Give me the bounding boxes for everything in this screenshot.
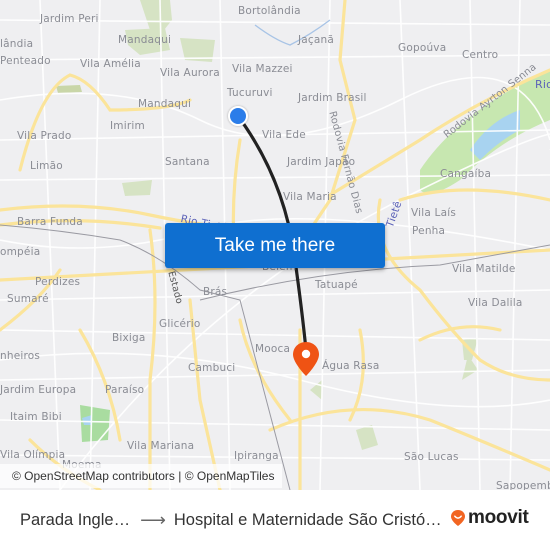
trip-footer: Parada Ingle… ⟶ Hospital e Maternidade S… — [0, 490, 550, 550]
map-label: Mooca — [255, 343, 291, 355]
map-label: Jaçanã — [298, 34, 335, 46]
map-label: Penha — [412, 225, 446, 237]
map-label: Santana — [165, 156, 210, 168]
map-label: Vila Laís — [411, 207, 457, 219]
map-label: lândia — [0, 38, 34, 50]
map-label: Glicério — [159, 318, 201, 330]
arrow-right-icon: ⟶ — [140, 509, 166, 530]
map-label: São Lucas — [404, 451, 459, 463]
map-label: Tucuruvi — [227, 87, 273, 99]
map-label: Paraíso — [105, 384, 145, 396]
map-attribution[interactable]: © OpenStreetMap contributors | © OpenMap… — [0, 464, 283, 488]
map-label: nheiros — [0, 350, 41, 362]
map-label: Barra Funda — [17, 216, 83, 228]
map-label: Mandaqui — [118, 34, 172, 46]
map-label: ompéia — [0, 246, 41, 258]
map-label: Cambuci — [188, 362, 236, 374]
map-label: Centro — [462, 49, 499, 61]
map-label: Bortolândia — [238, 5, 301, 17]
map-label: Vila Olímpia — [0, 449, 66, 461]
map-label: Gopoúva — [398, 42, 447, 54]
map[interactable]: Jardim Peri Bortolândia Mandaqui Jaçanã … — [0, 0, 550, 490]
map-label: Bixiga — [112, 332, 146, 344]
map-label: Vila Mazzei — [232, 63, 293, 75]
map-label: Imirim — [110, 120, 145, 132]
map-label: Jardim Europa — [0, 384, 77, 396]
map-label: Água Rasa — [322, 360, 380, 372]
map-label: Perdizes — [35, 276, 81, 288]
origin-name: Parada Ingle… — [20, 510, 131, 529]
moovit-wordmark: moovit — [468, 507, 529, 528]
map-label: Jardim Peri — [40, 13, 99, 25]
map-label: Vila Amélia — [80, 58, 141, 70]
map-label: Penteado — [0, 55, 51, 67]
map-label: Itaim Bibi — [10, 411, 62, 423]
destination-name: Hospital e Maternidade São Cristó… — [173, 510, 442, 529]
map-label: Brás — [203, 286, 228, 298]
map-label: Cangaíba — [440, 168, 492, 180]
map-label: Vila Aurora — [160, 67, 220, 79]
map-label: Jardim Brasil — [298, 92, 367, 104]
map-label: Vila Prado — [17, 130, 72, 142]
map-label: Sapopemba — [496, 480, 550, 490]
map-label: Tatuapé — [315, 279, 358, 291]
map-label: Vila Mariana — [127, 440, 195, 452]
map-label: Vila Ede — [262, 129, 306, 141]
destination-pin-icon[interactable] — [292, 341, 320, 377]
river-label: Rio — [535, 78, 550, 91]
take-me-there-button[interactable]: Take me there — [165, 223, 385, 268]
origin-marker[interactable] — [228, 106, 248, 126]
moovit-pin-icon — [451, 510, 465, 526]
map-label: Limão — [30, 160, 63, 172]
map-label: Vila Dalila — [468, 297, 523, 309]
map-label: Mandaqui — [138, 98, 192, 110]
map-label: Sumaré — [7, 293, 49, 305]
trip-summary: Parada Ingle… ⟶ Hospital e Maternidade S… — [20, 490, 442, 550]
map-label: Vila Maria — [283, 191, 337, 203]
map-label: Vila Matilde — [452, 263, 516, 275]
map-label: Ipiranga — [234, 450, 279, 462]
moovit-logo[interactable]: moovit — [450, 507, 529, 529]
